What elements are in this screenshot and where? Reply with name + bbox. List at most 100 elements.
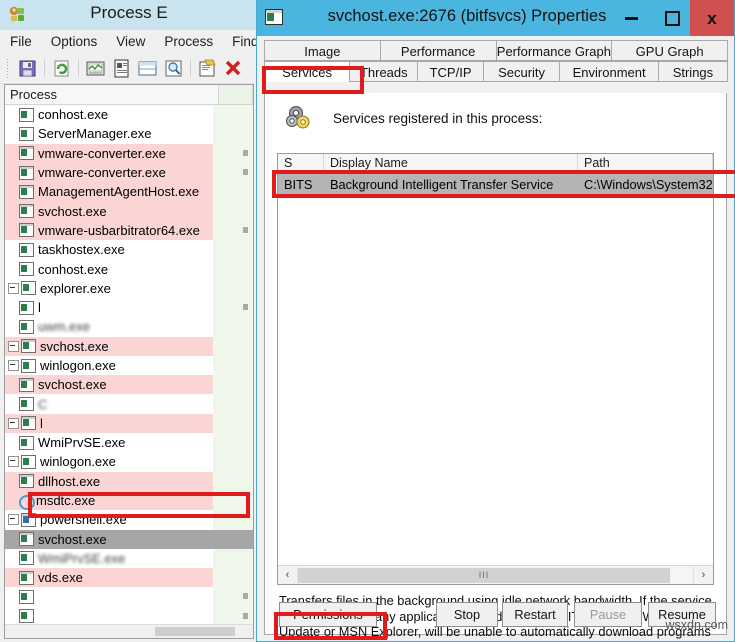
process-name-label: dllhost.exe	[38, 474, 100, 489]
process-row[interactable]: ManagementAgentHost.exe	[5, 182, 253, 201]
process-name-cell: WmiPrvSE.exe	[5, 549, 213, 568]
cpu-value-blurred	[243, 169, 248, 175]
process-row[interactable]: WmiPrvSE.exe	[5, 549, 253, 568]
tree-collapse-icon[interactable]	[8, 360, 19, 371]
process-list-header: Process	[5, 85, 253, 105]
process-name-label: l	[38, 300, 41, 315]
tab-row-1: Image Performance Performance Graph GPU …	[264, 40, 727, 61]
tab-gpu-graph[interactable]: GPU Graph	[611, 40, 728, 61]
find-window-icon[interactable]	[162, 57, 185, 80]
process-name-cell: svchost.exe	[5, 201, 213, 220]
menu-options[interactable]: Options	[51, 34, 98, 49]
tab-security[interactable]: Security	[483, 61, 561, 82]
menu-find[interactable]: Find	[232, 34, 258, 49]
stop-button[interactable]: Stop	[436, 602, 498, 627]
tree-collapse-icon[interactable]	[8, 418, 19, 429]
process-row[interactable]: powershell.exe	[5, 510, 253, 529]
process-name-label: svchost.exe	[38, 377, 107, 392]
tree-collapse-icon[interactable]	[8, 514, 19, 525]
process-row[interactable]: WmiPrvSE.exe	[5, 433, 253, 452]
process-row[interactable]: taskhostex.exe	[5, 240, 253, 259]
process-row[interactable]: vmware-converter.exe	[5, 163, 253, 182]
cpu-value-blurred	[243, 613, 248, 619]
column-header-process[interactable]: Process	[5, 85, 219, 104]
process-icon-win	[21, 339, 36, 353]
column-header-cpu[interactable]	[219, 85, 253, 104]
performance-graph-icon[interactable]	[84, 57, 107, 80]
tab-performance-graph[interactable]: Performance Graph	[496, 40, 613, 61]
tab-threads[interactable]: Threads	[349, 61, 418, 82]
process-row[interactable]: l	[5, 298, 253, 317]
process-row[interactable]: vmware-usbarbitrator64.exe	[5, 221, 253, 240]
process-row[interactable]: svchost.exe	[5, 201, 253, 220]
process-row[interactable]	[5, 587, 253, 606]
process-row[interactable]: C	[5, 394, 253, 413]
process-icon-win	[19, 474, 34, 488]
tab-services[interactable]: Services	[264, 61, 350, 82]
process-cpu-cell	[213, 124, 253, 143]
kill-process-icon[interactable]	[222, 57, 245, 80]
process-row[interactable]: dllhost.exe	[5, 472, 253, 491]
scroll-right-icon[interactable]: ›	[693, 567, 713, 584]
process-row[interactable]: vds.exe	[5, 568, 253, 587]
tree-collapse-icon[interactable]	[8, 283, 19, 294]
process-row[interactable]: l	[5, 414, 253, 433]
process-row[interactable]: msdtc.exe	[5, 491, 253, 510]
tab-image[interactable]: Image	[264, 40, 381, 61]
process-row[interactable]: explorer.exe	[5, 279, 253, 298]
process-row[interactable]: svchost.exe	[5, 530, 253, 549]
menu-view[interactable]: View	[116, 34, 145, 49]
toolbar-separator	[78, 59, 79, 77]
hscrollbar-thumb[interactable]	[155, 627, 235, 636]
save-icon[interactable]	[16, 57, 39, 80]
process-icon	[19, 590, 34, 604]
process-row[interactable]: svchost.exe	[5, 337, 253, 356]
menu-process[interactable]: Process	[164, 34, 213, 49]
tree-collapse-icon[interactable]	[8, 341, 19, 352]
toolbar-separator	[44, 59, 45, 77]
process-row[interactable]: conhost.exe	[5, 259, 253, 278]
maximize-button[interactable]	[652, 0, 693, 36]
close-button[interactable]: x	[690, 0, 734, 36]
tab-strings[interactable]: Strings	[658, 61, 728, 82]
services-column-path[interactable]: Path	[578, 154, 713, 173]
services-column-s[interactable]: S	[278, 154, 324, 173]
services-hscrollbar[interactable]: ‹ III ›	[278, 565, 713, 584]
process-row[interactable]: conhost.exe	[5, 105, 253, 124]
process-cpu-cell	[213, 568, 253, 587]
services-column-display-name[interactable]: Display Name	[324, 154, 578, 173]
process-icon	[19, 262, 34, 276]
process-list[interactable]: Process conhost.exeServerManager.exevmwa…	[4, 84, 254, 639]
scrollbar-track[interactable]: III	[298, 567, 693, 584]
process-row[interactable]: winlogon.exe	[5, 452, 253, 471]
tab-row-2: Services Threads TCP/IP Security Environ…	[264, 61, 727, 82]
tab-environment[interactable]: Environment	[559, 61, 658, 82]
process-icon-win	[19, 532, 34, 546]
process-row[interactable]: svchost.exe	[5, 375, 253, 394]
service-path: C:\Windows\System32\qmgr.d	[578, 177, 713, 192]
scrollbar-thumb[interactable]: III	[298, 568, 670, 583]
refresh-icon[interactable]	[50, 57, 73, 80]
table-row[interactable]: BITS Background Intelligent Transfer Ser…	[278, 174, 713, 194]
process-row[interactable]: ServerManager.exe	[5, 124, 253, 143]
system-information-icon[interactable]	[110, 57, 133, 80]
services-listbox[interactable]: S Display Name Path BITS Background Inte…	[277, 153, 714, 585]
dll-view-icon[interactable]	[196, 57, 219, 80]
process-row[interactable]: winlogon.exe	[5, 356, 253, 375]
process-row[interactable]: uwm.exe	[5, 317, 253, 336]
process-name-label: powershell.exe	[40, 512, 127, 527]
scroll-left-icon[interactable]: ‹	[278, 567, 298, 584]
tree-collapse-icon[interactable]	[8, 456, 19, 467]
tab-performance[interactable]: Performance	[380, 40, 497, 61]
permissions-button[interactable]: Permissions	[279, 602, 377, 627]
process-name-cell: explorer.exe	[5, 279, 213, 298]
process-list-hscrollbar[interactable]	[5, 624, 253, 638]
process-icon	[21, 281, 36, 295]
services-gear-icon	[283, 103, 315, 133]
show-lower-pane-icon[interactable]	[136, 57, 159, 80]
tab-tcpip[interactable]: TCP/IP	[417, 61, 483, 82]
restart-button[interactable]: Restart	[502, 602, 568, 627]
process-row[interactable]: vmware-converter.exe	[5, 144, 253, 163]
minimize-button[interactable]	[611, 0, 652, 36]
menu-file[interactable]: File	[10, 34, 32, 49]
